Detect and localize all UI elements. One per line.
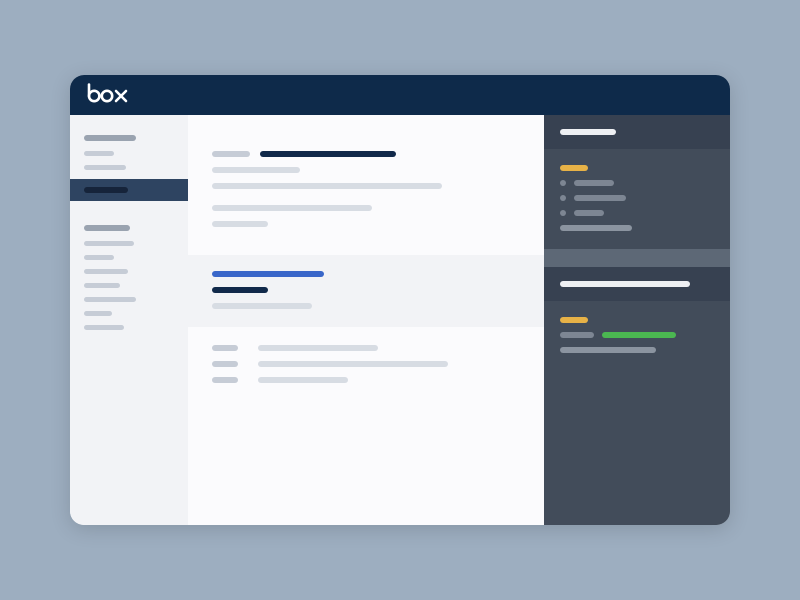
tag-badge <box>560 165 588 171</box>
panel-card-1 <box>544 149 730 249</box>
card-title <box>560 129 616 135</box>
brand-logo <box>86 83 130 108</box>
sidebar-heading <box>84 135 136 141</box>
sidebar-item[interactable] <box>84 269 128 274</box>
text-line <box>212 167 300 173</box>
bullet-icon <box>560 180 566 186</box>
panel-card-2 <box>544 301 730 525</box>
sidebar-item[interactable] <box>84 311 112 316</box>
text-line <box>212 221 268 227</box>
detail-row <box>212 361 520 367</box>
list-item-label <box>574 180 614 186</box>
detail-value <box>258 361 448 367</box>
card-footer <box>560 347 656 353</box>
list-item[interactable] <box>560 195 714 201</box>
panel-card-header <box>544 115 730 149</box>
sidebar-group-1 <box>70 135 188 201</box>
breadcrumb-label <box>212 151 250 157</box>
app-body <box>70 115 730 525</box>
box-logo-icon <box>86 83 130 103</box>
status-label <box>560 332 594 338</box>
tag-badge <box>560 317 588 323</box>
status-value <box>602 332 676 338</box>
panel-spacer <box>544 249 730 267</box>
list-item[interactable] <box>560 210 714 216</box>
section-overview <box>212 151 520 227</box>
detail-value <box>258 377 348 383</box>
sidebar <box>70 115 188 525</box>
bullet-icon <box>560 210 566 216</box>
text-line <box>212 205 372 211</box>
detail-row <box>212 377 520 383</box>
card-title <box>560 281 690 287</box>
sidebar-item[interactable] <box>84 283 120 288</box>
sidebar-item[interactable] <box>84 241 134 246</box>
list-item-label <box>574 195 626 201</box>
text-line <box>212 303 312 309</box>
detail-key <box>212 345 238 351</box>
right-panel <box>544 115 730 525</box>
panel-card-header <box>544 267 730 301</box>
sidebar-group-2 <box>70 225 188 330</box>
main-content <box>188 115 544 525</box>
sidebar-item[interactable] <box>84 151 114 156</box>
section-highlight <box>188 255 544 327</box>
detail-key <box>212 377 238 383</box>
text-line <box>212 183 442 189</box>
sidebar-item[interactable] <box>84 165 126 170</box>
detail-row <box>212 345 520 351</box>
sidebar-item-active[interactable] <box>70 179 188 201</box>
app-window: box <box>70 75 730 525</box>
list-item-label <box>574 210 604 216</box>
sidebar-heading <box>84 225 130 231</box>
section-subheading <box>212 287 268 293</box>
detail-value <box>258 345 378 351</box>
sidebar-item[interactable] <box>84 255 114 260</box>
section-details <box>212 327 520 383</box>
card-footer <box>560 225 632 231</box>
bullet-icon <box>560 195 566 201</box>
detail-key <box>212 361 238 367</box>
page-title <box>260 151 396 157</box>
sidebar-item[interactable] <box>84 325 124 330</box>
section-heading[interactable] <box>212 271 324 277</box>
list-item[interactable] <box>560 180 714 186</box>
titlebar: box <box>70 75 730 115</box>
breadcrumb-row <box>212 151 520 157</box>
sidebar-item[interactable] <box>84 297 136 302</box>
